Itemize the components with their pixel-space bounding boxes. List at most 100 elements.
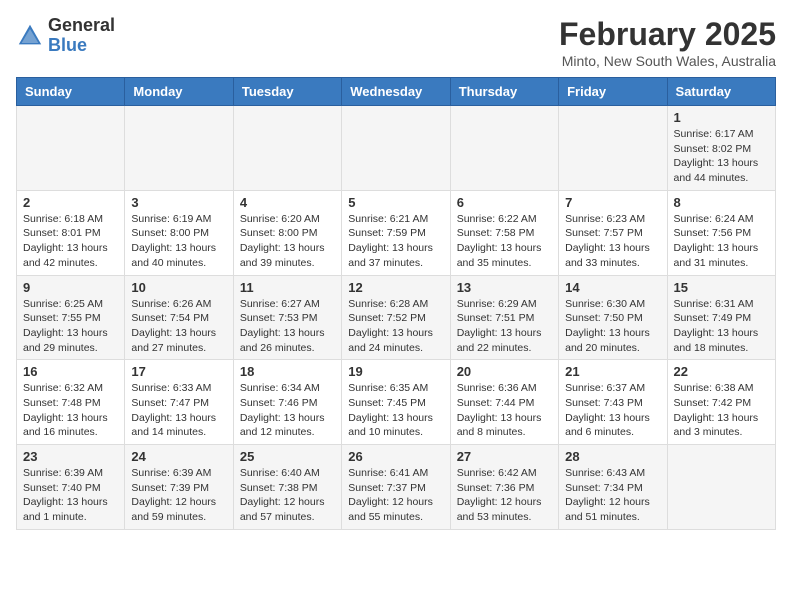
day-info: Sunrise: 6:43 AM Sunset: 7:34 PM Dayligh… <box>565 466 660 525</box>
day-info: Sunrise: 6:39 AM Sunset: 7:40 PM Dayligh… <box>23 466 118 525</box>
day-number: 3 <box>131 195 226 210</box>
week-row-3: 16 Sunrise: 6:32 AM Sunset: 7:48 PM Dayli… <box>17 360 776 445</box>
calendar-cell: 9 Sunrise: 6:25 AM Sunset: 7:55 PM Daylig… <box>17 275 125 360</box>
calendar-cell: 5Sunrise: 6:21 AM Sunset: 7:59 PM Daylig… <box>342 190 450 275</box>
calendar-cell: 8 Sunrise: 6:24 AM Sunset: 7:56 PM Daylig… <box>667 190 775 275</box>
calendar-cell: 27 Sunrise: 6:42 AM Sunset: 7:36 PM Dayli… <box>450 445 558 530</box>
day-info: Sunrise: 6:35 AM Sunset: 7:45 PM Dayligh… <box>348 381 443 440</box>
day-info: Sunrise: 6:36 AM Sunset: 7:44 PM Dayligh… <box>457 381 552 440</box>
day-number: 11 <box>240 280 335 295</box>
day-header-tuesday: Tuesday <box>233 78 341 106</box>
day-number: 25 <box>240 449 335 464</box>
day-info: Sunrise: 6:39 AM Sunset: 7:39 PM Dayligh… <box>131 466 226 525</box>
calendar-cell: 19 Sunrise: 6:35 AM Sunset: 7:45 PM Dayli… <box>342 360 450 445</box>
day-number: 15 <box>674 280 769 295</box>
calendar-cell <box>559 106 667 191</box>
day-info: Sunrise: 6:22 AM Sunset: 7:58 PM Dayligh… <box>457 212 552 271</box>
calendar-cell: 16 Sunrise: 6:32 AM Sunset: 7:48 PM Dayli… <box>17 360 125 445</box>
calendar-cell <box>450 106 558 191</box>
calendar-cell: 7Sunrise: 6:23 AM Sunset: 7:57 PM Daylig… <box>559 190 667 275</box>
day-header-thursday: Thursday <box>450 78 558 106</box>
calendar-cell: 13 Sunrise: 6:29 AM Sunset: 7:51 PM Dayli… <box>450 275 558 360</box>
calendar-cell: 25 Sunrise: 6:40 AM Sunset: 7:38 PM Dayli… <box>233 445 341 530</box>
day-number: 9 <box>23 280 118 295</box>
day-info: Sunrise: 6:40 AM Sunset: 7:38 PM Dayligh… <box>240 466 335 525</box>
logo: General Blue <box>16 16 115 56</box>
week-row-1: 2Sunrise: 6:18 AM Sunset: 8:01 PM Daylig… <box>17 190 776 275</box>
day-header-sunday: Sunday <box>17 78 125 106</box>
week-row-4: 23 Sunrise: 6:39 AM Sunset: 7:40 PM Dayli… <box>17 445 776 530</box>
day-number: 23 <box>23 449 118 464</box>
day-info: Sunrise: 6:34 AM Sunset: 7:46 PM Dayligh… <box>240 381 335 440</box>
day-info: Sunrise: 6:37 AM Sunset: 7:43 PM Dayligh… <box>565 381 660 440</box>
day-number: 10 <box>131 280 226 295</box>
day-info: Sunrise: 6:27 AM Sunset: 7:53 PM Dayligh… <box>240 297 335 356</box>
calendar-cell: 23 Sunrise: 6:39 AM Sunset: 7:40 PM Dayli… <box>17 445 125 530</box>
logo-text: General Blue <box>48 16 115 56</box>
calendar-cell: 22 Sunrise: 6:38 AM Sunset: 7:42 PM Dayli… <box>667 360 775 445</box>
calendar-cell: 20 Sunrise: 6:36 AM Sunset: 7:44 PM Dayli… <box>450 360 558 445</box>
calendar-cell: 21 Sunrise: 6:37 AM Sunset: 7:43 PM Dayli… <box>559 360 667 445</box>
day-header-monday: Monday <box>125 78 233 106</box>
day-header-saturday: Saturday <box>667 78 775 106</box>
day-info: Sunrise: 6:23 AM Sunset: 7:57 PM Dayligh… <box>565 212 660 271</box>
day-header-friday: Friday <box>559 78 667 106</box>
day-info: Sunrise: 6:28 AM Sunset: 7:52 PM Dayligh… <box>348 297 443 356</box>
day-number: 28 <box>565 449 660 464</box>
calendar-cell: 24 Sunrise: 6:39 AM Sunset: 7:39 PM Dayli… <box>125 445 233 530</box>
day-info: Sunrise: 6:31 AM Sunset: 7:49 PM Dayligh… <box>674 297 769 356</box>
calendar-cell <box>17 106 125 191</box>
day-info: Sunrise: 6:20 AM Sunset: 8:00 PM Dayligh… <box>240 212 335 271</box>
title-block: February 2025 Minto, New South Wales, Au… <box>559 16 776 69</box>
day-info: Sunrise: 6:41 AM Sunset: 7:37 PM Dayligh… <box>348 466 443 525</box>
day-info: Sunrise: 6:42 AM Sunset: 7:36 PM Dayligh… <box>457 466 552 525</box>
calendar-cell <box>125 106 233 191</box>
day-number: 12 <box>348 280 443 295</box>
calendar-header-row: SundayMondayTuesdayWednesdayThursdayFrid… <box>17 78 776 106</box>
calendar-cell: 11 Sunrise: 6:27 AM Sunset: 7:53 PM Dayli… <box>233 275 341 360</box>
calendar-cell: 14Sunrise: 6:30 AM Sunset: 7:50 PM Dayli… <box>559 275 667 360</box>
day-number: 20 <box>457 364 552 379</box>
day-info: Sunrise: 6:32 AM Sunset: 7:48 PM Dayligh… <box>23 381 118 440</box>
calendar-cell: 18 Sunrise: 6:34 AM Sunset: 7:46 PM Dayli… <box>233 360 341 445</box>
day-number: 8 <box>674 195 769 210</box>
day-number: 19 <box>348 364 443 379</box>
day-number: 17 <box>131 364 226 379</box>
day-info: Sunrise: 6:24 AM Sunset: 7:56 PM Dayligh… <box>674 212 769 271</box>
day-number: 21 <box>565 364 660 379</box>
day-number: 5 <box>348 195 443 210</box>
day-number: 18 <box>240 364 335 379</box>
day-info: Sunrise: 6:33 AM Sunset: 7:47 PM Dayligh… <box>131 381 226 440</box>
calendar-cell: 4 Sunrise: 6:20 AM Sunset: 8:00 PM Daylig… <box>233 190 341 275</box>
day-number: 4 <box>240 195 335 210</box>
day-info: Sunrise: 6:25 AM Sunset: 7:55 PM Dayligh… <box>23 297 118 356</box>
day-info: Sunrise: 6:19 AM Sunset: 8:00 PM Dayligh… <box>131 212 226 271</box>
day-header-wednesday: Wednesday <box>342 78 450 106</box>
calendar-cell <box>342 106 450 191</box>
day-number: 22 <box>674 364 769 379</box>
calendar-cell: 6Sunrise: 6:22 AM Sunset: 7:58 PM Daylig… <box>450 190 558 275</box>
logo-blue: Blue <box>48 35 87 55</box>
calendar-cell <box>233 106 341 191</box>
calendar-cell: 1 Sunrise: 6:17 AM Sunset: 8:02 PM Daylig… <box>667 106 775 191</box>
day-info: Sunrise: 6:26 AM Sunset: 7:54 PM Dayligh… <box>131 297 226 356</box>
day-number: 16 <box>23 364 118 379</box>
logo-general: General <box>48 15 115 35</box>
day-info: Sunrise: 6:29 AM Sunset: 7:51 PM Dayligh… <box>457 297 552 356</box>
calendar-cell <box>667 445 775 530</box>
location: Minto, New South Wales, Australia <box>559 53 776 69</box>
logo-icon <box>16 22 44 50</box>
calendar-table: SundayMondayTuesdayWednesdayThursdayFrid… <box>16 77 776 530</box>
day-number: 13 <box>457 280 552 295</box>
page-header: General Blue February 2025 Minto, New So… <box>16 16 776 69</box>
day-info: Sunrise: 6:38 AM Sunset: 7:42 PM Dayligh… <box>674 381 769 440</box>
day-number: 2 <box>23 195 118 210</box>
calendar-cell: 10 Sunrise: 6:26 AM Sunset: 7:54 PM Dayli… <box>125 275 233 360</box>
day-number: 1 <box>674 110 769 125</box>
day-info: Sunrise: 6:17 AM Sunset: 8:02 PM Dayligh… <box>674 127 769 186</box>
month-title: February 2025 <box>559 16 776 53</box>
day-number: 27 <box>457 449 552 464</box>
day-number: 24 <box>131 449 226 464</box>
calendar-cell: 26Sunrise: 6:41 AM Sunset: 7:37 PM Dayli… <box>342 445 450 530</box>
calendar-cell: 17 Sunrise: 6:33 AM Sunset: 7:47 PM Dayli… <box>125 360 233 445</box>
